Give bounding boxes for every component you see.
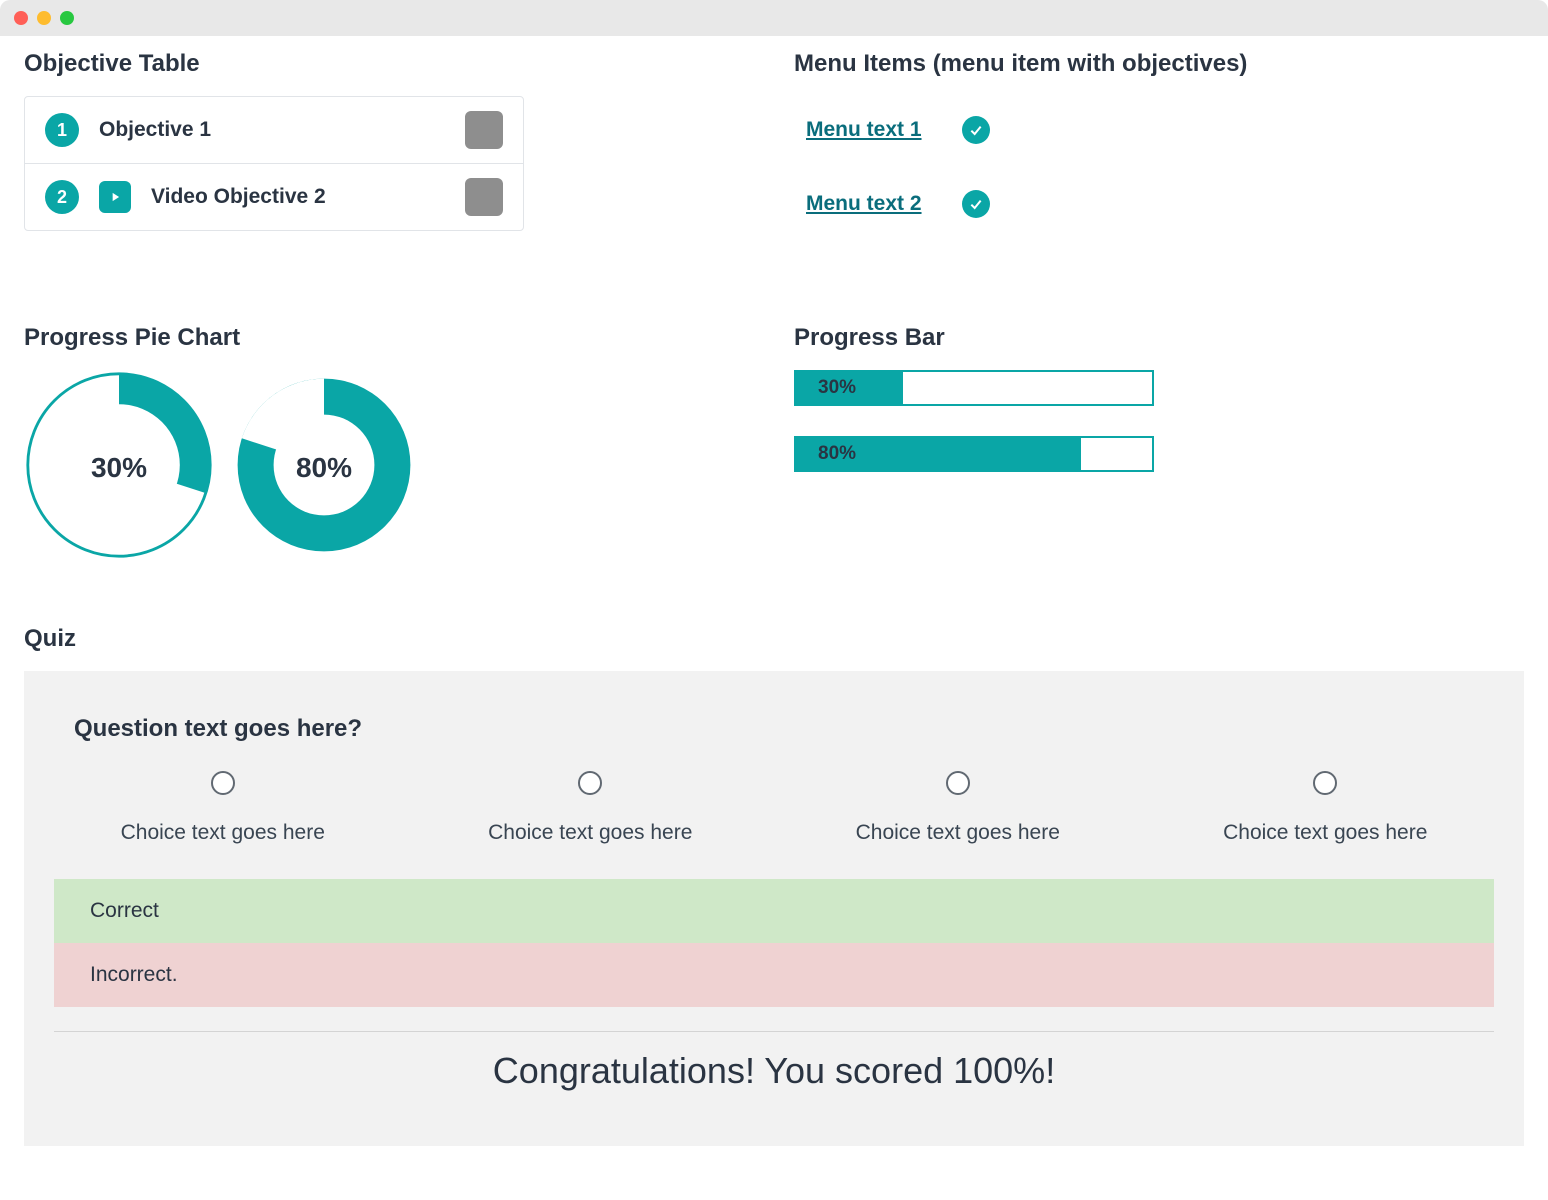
pie-chart-title: Progress Pie Chart: [24, 324, 754, 352]
quiz-choices: Choice text goes here Choice text goes h…: [54, 771, 1494, 845]
objective-status-box[interactable]: [465, 178, 503, 216]
choice-label: Choice text goes here: [856, 821, 1060, 845]
progress-bar-fill: 30%: [796, 372, 903, 404]
menu-items-section: Menu Items (menu item with objectives) M…: [794, 50, 1524, 264]
choice-label: Choice text goes here: [488, 821, 692, 845]
progress-bar: 30%: [794, 370, 1154, 406]
list-item: Menu text 1: [806, 116, 1524, 144]
menu-items-title: Menu Items (menu item with objectives): [794, 50, 1524, 78]
progress-bar: 80%: [794, 436, 1154, 472]
progress-bar-section: Progress Bar 30% 80%: [794, 324, 1524, 565]
quiz-congrats: Congratulations! You scored 100%!: [54, 1050, 1494, 1092]
pie-chart-section: Progress Pie Chart 30%: [24, 324, 754, 565]
progress-bar-title: Progress Bar: [794, 324, 1524, 352]
radio-icon[interactable]: [211, 771, 235, 795]
quiz-choice[interactable]: Choice text goes here: [789, 771, 1127, 845]
objective-number-badge: 2: [45, 180, 79, 214]
divider: [54, 1031, 1494, 1032]
objective-label: Objective 1: [99, 118, 445, 142]
progress-bar-label: 80%: [818, 443, 856, 465]
quiz-panel: Question text goes here? Choice text goe…: [24, 671, 1524, 1146]
window-close-icon[interactable]: [14, 11, 28, 25]
quiz-choice[interactable]: Choice text goes here: [1157, 771, 1495, 845]
menu-link[interactable]: Menu text 2: [806, 192, 922, 216]
objective-number-badge: 1: [45, 113, 79, 147]
quiz-choice[interactable]: Choice text goes here: [54, 771, 392, 845]
choice-label: Choice text goes here: [121, 821, 325, 845]
quiz-choice[interactable]: Choice text goes here: [422, 771, 760, 845]
menu-link[interactable]: Menu text 1: [806, 118, 922, 142]
feedback-correct: Correct: [54, 879, 1494, 943]
quiz-question: Question text goes here?: [54, 715, 1494, 743]
table-row[interactable]: 1 Objective 1: [25, 97, 523, 164]
progress-bar-fill: 80%: [796, 438, 1081, 470]
quiz-title: Quiz: [24, 625, 1524, 653]
list-item: Menu text 2: [806, 190, 1524, 218]
objective-status-box[interactable]: [465, 111, 503, 149]
check-icon: [962, 190, 990, 218]
objective-table-title: Objective Table: [24, 50, 754, 78]
radio-icon[interactable]: [1313, 771, 1337, 795]
window-titlebar: [0, 0, 1548, 36]
quiz-section: Quiz Question text goes here? Choice tex…: [24, 625, 1524, 1146]
choice-label: Choice text goes here: [1223, 821, 1427, 845]
window-minimize-icon[interactable]: [37, 11, 51, 25]
radio-icon[interactable]: [578, 771, 602, 795]
window-maximize-icon[interactable]: [60, 11, 74, 25]
progress-bar-label: 30%: [818, 377, 856, 399]
play-icon[interactable]: [99, 181, 131, 213]
radio-icon[interactable]: [946, 771, 970, 795]
table-row[interactable]: 2 Video Objective 2: [25, 164, 523, 230]
objective-label: Video Objective 2: [151, 185, 445, 209]
objective-table: 1 Objective 1 2 Video Objective 2: [24, 96, 524, 231]
feedback-incorrect: Incorrect.: [54, 943, 1494, 1007]
pie-percent-label: 80%: [296, 452, 352, 484]
pie-chart-80: 80%: [234, 375, 414, 560]
pie-percent-label: 30%: [91, 452, 147, 484]
check-icon: [962, 116, 990, 144]
pie-chart-30: 30%: [24, 370, 214, 565]
objective-table-section: Objective Table 1 Objective 1 2 Video Ob…: [24, 50, 754, 264]
